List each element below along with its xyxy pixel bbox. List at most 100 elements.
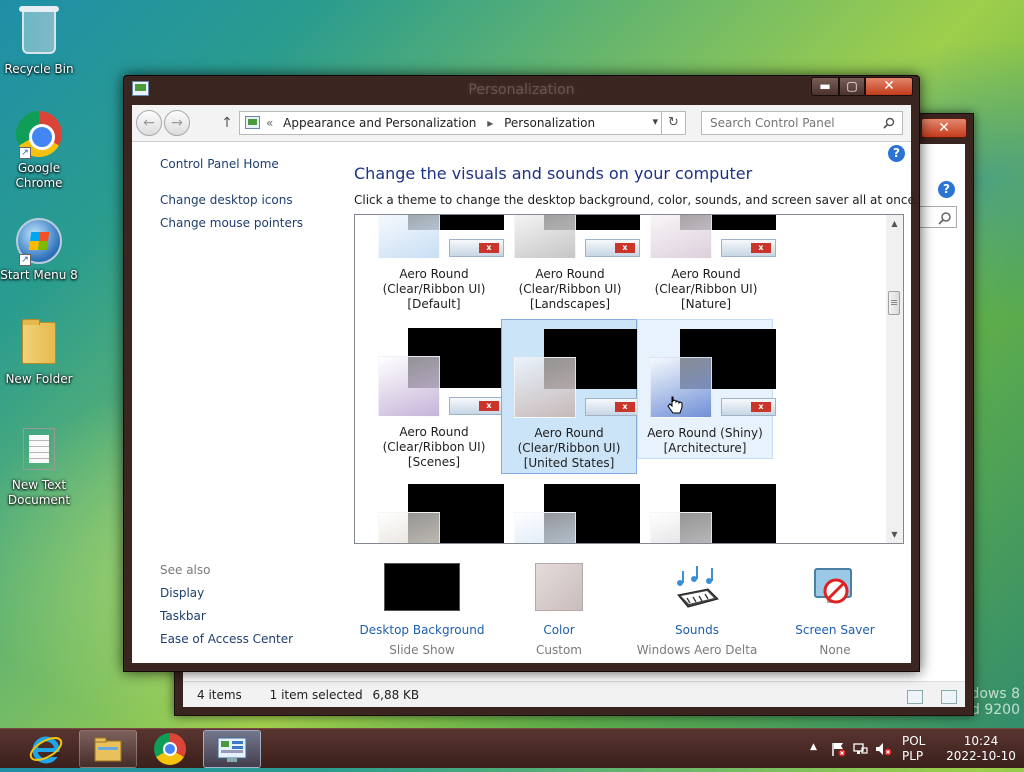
theme-label-line: Aero Round <box>534 426 604 440</box>
screen-saver-icon <box>814 568 852 604</box>
desktop-icon-recycle-bin[interactable]: Recycle Bin <box>0 6 79 77</box>
theme-label-line: [Nature] <box>680 297 732 311</box>
theme-item[interactable]: Aero Round (Clear/Ribbon UI) [Nature] <box>638 215 776 316</box>
back-arrow-icon: ← <box>143 115 155 131</box>
forward-button[interactable]: → <box>164 110 190 136</box>
file-explorer-icon <box>94 737 122 762</box>
taskbar-chrome[interactable] <box>141 730 199 768</box>
theme-preview <box>378 328 504 418</box>
control-panel-icon <box>217 737 247 762</box>
screen-saver-link[interactable]: Screen Saver <box>770 623 900 637</box>
minimize-button[interactable]: ▬ <box>811 77 839 96</box>
taskbar-file-explorer[interactable] <box>79 730 137 768</box>
taskbar-internet-explorer[interactable] <box>17 730 75 768</box>
search-icon[interactable] <box>883 117 895 129</box>
chrome-icon: ↗ <box>15 111 63 159</box>
theme-item[interactable]: Aero Round (Clear/Ribbon UI) [Scenes] <box>366 319 504 474</box>
screen-saver-item[interactable]: Screen Saver None <box>770 563 900 657</box>
theme-label: Aero Round (Clear/Ribbon UI) [Nature] <box>638 267 774 312</box>
clock-date: 2022-10-10 <box>946 749 1016 763</box>
breadcrumb: « Appearance and Personalization ▸ Perso… <box>266 116 595 130</box>
scrollbar-thumb[interactable] <box>888 291 900 315</box>
personalization-window[interactable]: Personalization ▬ ▢ ✕ ← → ↑ « Appearance… <box>123 75 920 672</box>
breadcrumb-overflow[interactable]: « <box>266 116 273 130</box>
theme-label-line: (Clear/Ribbon UI) <box>517 441 621 455</box>
desktop-background-item[interactable]: Desktop Background Slide Show <box>357 563 487 657</box>
maximize-button[interactable]: ▢ <box>839 77 865 96</box>
theme-label-line: Aero Round <box>399 267 469 281</box>
desktop-icon-chrome[interactable]: ↗ Google Chrome <box>0 110 79 191</box>
input-language-indicator[interactable]: POL PLP <box>902 734 925 764</box>
themes-scrollbar[interactable]: ▲ ▼ <box>886 215 903 543</box>
desktop-icon-start-menu-8[interactable]: ↗ Start Menu 8 <box>0 217 79 283</box>
network-icon[interactable] <box>852 741 868 757</box>
status-item-count: 4 items <box>197 688 242 702</box>
theme-preview <box>514 215 640 260</box>
desktop-background-link[interactable]: Desktop Background <box>357 623 487 637</box>
search-box[interactable] <box>701 111 903 135</box>
keyboard-layout-code: PLP <box>902 749 924 763</box>
change-desktop-icons-link[interactable]: Change desktop icons <box>160 193 293 207</box>
back-button[interactable]: ← <box>136 110 162 136</box>
control-panel-home-link[interactable]: Control Panel Home <box>160 157 279 171</box>
caption-buttons: ▬ ▢ ✕ <box>811 77 913 96</box>
taskbar: ▲ POL PLP 10:24 2022-10-10 <box>0 728 1024 768</box>
folder-icon <box>15 319 63 370</box>
color-item[interactable]: Color Custom <box>494 563 624 657</box>
refresh-button[interactable]: ↻ <box>662 111 686 135</box>
help-icon[interactable]: ? <box>938 181 955 198</box>
scroll-up-icon[interactable]: ▲ <box>886 215 903 232</box>
desktop-icon-label: New Folder <box>5 372 73 386</box>
theme-preview <box>378 484 504 543</box>
theme-label-line: (Clear/Ribbon UI) <box>654 282 758 296</box>
breadcrumb-separator-icon[interactable]: ▸ <box>487 116 493 130</box>
color-swatch-icon <box>535 563 583 611</box>
text-document-icon <box>15 428 63 476</box>
taskbar-link[interactable]: Taskbar <box>160 609 206 623</box>
sounds-link[interactable]: Sounds <box>632 623 762 637</box>
title-bar[interactable]: Personalization ▬ ▢ ✕ <box>124 76 919 104</box>
theme-item[interactable]: Aero Round (Clear/Ribbon UI) [Landscapes… <box>502 215 640 316</box>
themes-list[interactable]: Aero Round (Clear/Ribbon UI) [Default] A… <box>354 214 904 544</box>
breadcrumb-personalization[interactable]: Personalization <box>504 116 595 130</box>
volume-muted-icon[interactable] <box>874 741 892 757</box>
help-icon[interactable]: ? <box>888 145 905 162</box>
details-view-button[interactable] <box>907 690 924 704</box>
change-mouse-pointers-link[interactable]: Change mouse pointers <box>160 216 303 230</box>
theme-item[interactable] <box>502 475 640 543</box>
theme-label-line: [Architecture] <box>663 441 747 455</box>
chevron-down-icon[interactable]: ▾ <box>652 115 658 128</box>
theme-label-line: [Landscapes] <box>529 297 611 311</box>
large-icons-view-button[interactable] <box>941 690 957 704</box>
clock[interactable]: 10:24 2022-10-10 <box>944 734 1018 764</box>
color-link[interactable]: Color <box>494 623 624 637</box>
action-center-flag-icon[interactable] <box>830 741 846 757</box>
theme-label-line: (Clear/Ribbon UI) <box>382 282 486 296</box>
show-hidden-icons-icon[interactable]: ▲ <box>810 742 817 752</box>
search-input[interactable] <box>710 116 878 130</box>
clock-time: 10:24 <box>963 734 999 748</box>
ease-of-access-link[interactable]: Ease of Access Center <box>160 632 293 646</box>
theme-label-line: [Default] <box>407 297 461 311</box>
sounds-item[interactable]: Sounds Windows Aero Delta <box>632 563 762 657</box>
theme-preview <box>378 215 504 260</box>
theme-item[interactable] <box>366 475 504 543</box>
theme-item-hovered[interactable]: Aero Round (Shiny) [Architecture] <box>637 319 776 459</box>
desktop-icon-new-text-document[interactable]: New Text Document <box>0 424 79 508</box>
display-link[interactable]: Display <box>160 586 204 600</box>
internet-explorer-icon <box>29 736 63 764</box>
explorer-search-box[interactable] <box>917 206 957 228</box>
desktop-icon-new-folder[interactable]: New Folder <box>0 318 79 387</box>
scroll-down-icon[interactable]: ▼ <box>886 526 903 543</box>
breadcrumb-appearance[interactable]: Appearance and Personalization <box>283 116 476 130</box>
taskbar-control-panel[interactable] <box>203 730 261 768</box>
up-button[interactable]: ↑ <box>218 114 236 132</box>
explorer-close-button[interactable]: ✕ <box>921 118 967 138</box>
theme-item[interactable]: Aero Round (Clear/Ribbon UI) [Default] <box>366 215 504 316</box>
close-button[interactable]: ✕ <box>865 77 913 96</box>
theme-item[interactable] <box>638 475 776 543</box>
theme-item-selected[interactable]: Aero Round (Clear/Ribbon UI) [United Sta… <box>501 319 640 474</box>
refresh-icon: ↻ <box>668 115 679 130</box>
theme-label-line: Aero Round (Shiny) <box>647 426 763 440</box>
address-bar[interactable]: « Appearance and Personalization ▸ Perso… <box>239 111 662 135</box>
